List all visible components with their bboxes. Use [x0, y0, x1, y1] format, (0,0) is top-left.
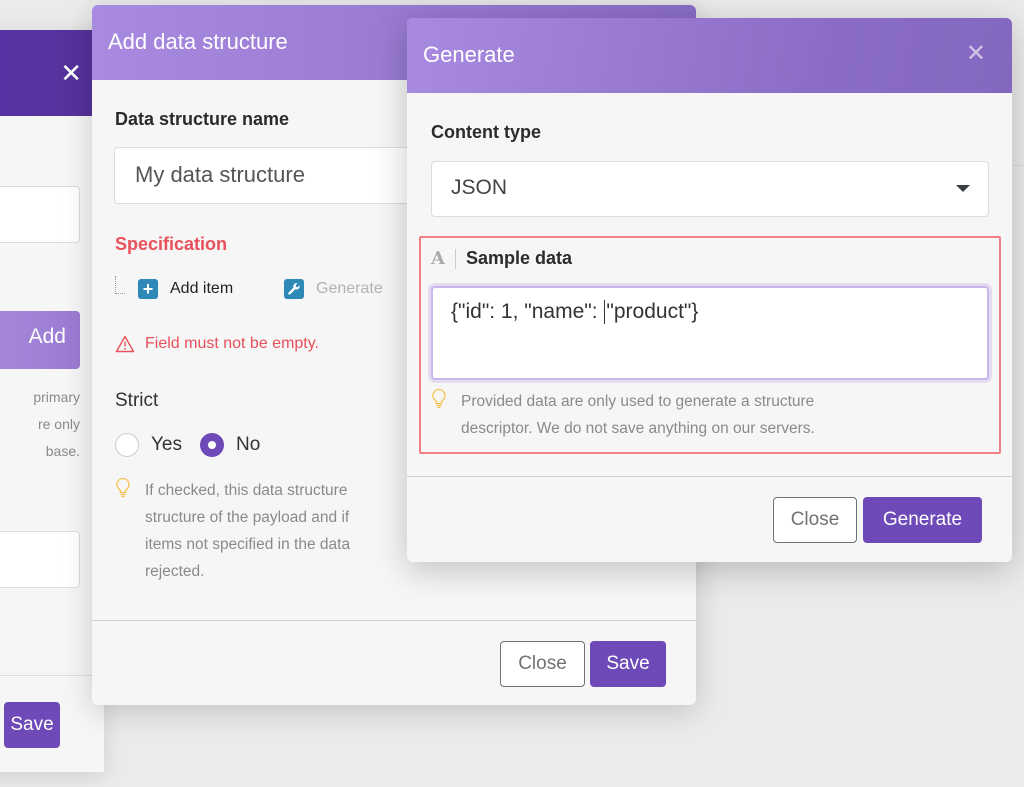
sample-data-field: A Sample data {"id": 1, "name": "product…: [419, 236, 1001, 454]
background-save-button[interactable]: Save: [4, 702, 60, 748]
error-text: Field must not be empty.: [145, 335, 319, 352]
close-button[interactable]: Close: [500, 641, 585, 687]
background-input-field[interactable]: [0, 186, 80, 243]
validation-error: Field must not be empty.: [115, 335, 319, 353]
strict-hint: If checked, this data structure structur…: [115, 477, 445, 585]
generate-close-button[interactable]: Close: [773, 497, 857, 543]
generate-modal: Generate ✕ Content type JSON A Sample da…: [407, 18, 1012, 562]
add-button[interactable]: Add: [0, 311, 80, 369]
strict-yes-label: Yes: [151, 434, 182, 455]
content-type-select[interactable]: JSON: [431, 161, 989, 217]
background-panel: ✕ Add primary re only base. Save: [0, 30, 104, 772]
sample-data-text-after: "product"}: [606, 300, 699, 323]
content-type-value: JSON: [451, 176, 508, 199]
lightbulb-icon: [432, 388, 446, 409]
sample-data-label: Sample data: [465, 248, 573, 268]
chevron-down-icon: [956, 185, 970, 192]
generate-modal-title: Generate: [423, 42, 515, 67]
sample-data-label-row: A Sample data: [431, 248, 572, 269]
background-help-text: primary re only base.: [33, 389, 80, 459]
close-icon[interactable]: ✕: [60, 60, 82, 86]
generate-button[interactable]: Generate: [863, 497, 982, 543]
strict-label: Strict: [115, 390, 159, 411]
generate-label: Generate: [316, 280, 383, 297]
footer-divider: [407, 476, 1012, 477]
divider: [0, 675, 104, 676]
sample-data-textarea[interactable]: {"id": 1, "name": "product"}: [431, 286, 989, 380]
plus-icon: +: [138, 279, 158, 299]
close-icon[interactable]: ✕: [966, 42, 986, 66]
lightbulb-icon: [116, 477, 130, 498]
strict-yes-radio[interactable]: [115, 433, 139, 457]
warning-icon: [115, 335, 135, 353]
sample-data-hint-text: Provided data are only used to generate …: [461, 393, 815, 437]
data-structure-name-label: Data structure name: [115, 109, 290, 129]
sample-data-text-before: {"id": 1, "name":: [451, 300, 604, 323]
strict-no-radio[interactable]: [200, 433, 224, 457]
specification-label: Specification: [115, 234, 228, 254]
background-panel-header: ✕: [0, 30, 104, 116]
add-item-button[interactable]: + Add item: [138, 279, 233, 299]
strict-no-label: No: [236, 434, 261, 455]
save-button[interactable]: Save: [590, 641, 666, 687]
add-item-label: Add item: [170, 280, 234, 297]
generate-modal-header: Generate ✕: [407, 18, 1012, 93]
footer-divider: [92, 620, 696, 621]
wrench-icon: [284, 279, 304, 299]
strict-hint-text: If checked, this data structure structur…: [145, 482, 351, 580]
sample-data-hint: Provided data are only used to generate …: [431, 388, 815, 442]
tree-connector: [115, 276, 125, 294]
generate-link[interactable]: Generate: [284, 279, 383, 299]
text-type-icon: A: [431, 248, 456, 269]
content-type-label: Content type: [431, 122, 541, 142]
background-input-field-2[interactable]: [0, 531, 80, 588]
strict-radio-group: Yes No: [115, 433, 260, 457]
